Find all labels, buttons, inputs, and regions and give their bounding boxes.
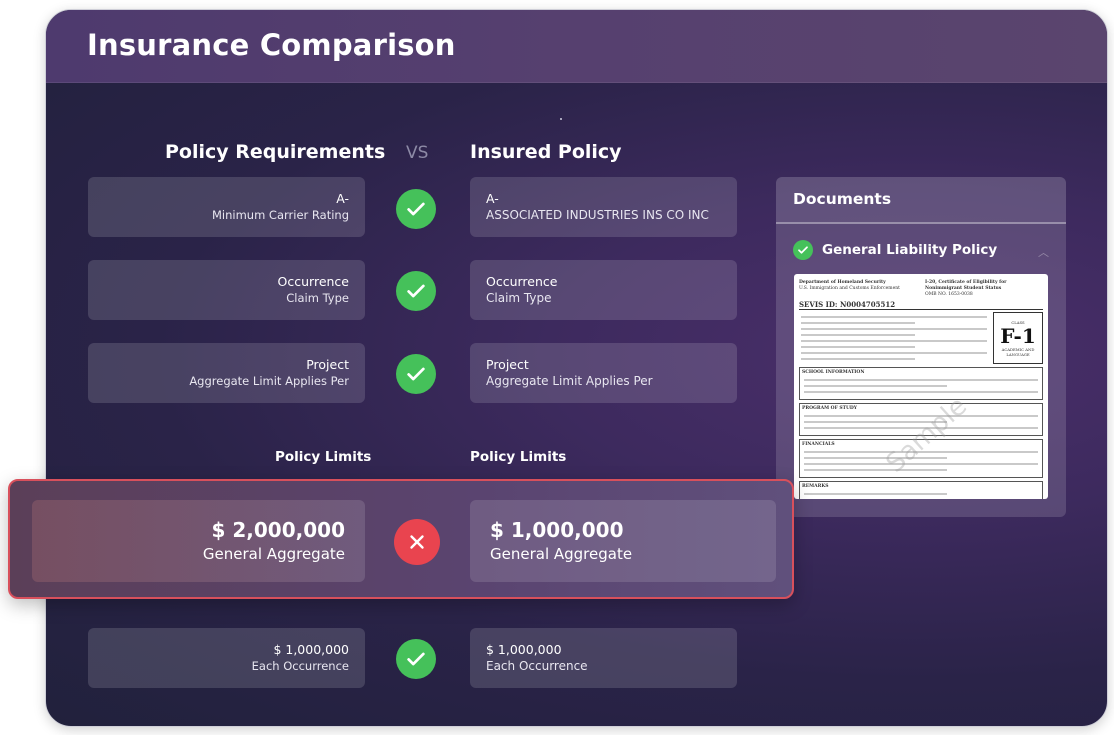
requirement-carrier-rating: A- Minimum Carrier Rating: [88, 177, 365, 237]
requirement-label: Minimum Carrier Rating: [211, 208, 349, 222]
preview-class-sub: ACADEMIC AND LANGUAGE: [1001, 346, 1035, 357]
preview-school-section: SCHOOL INFORMATION: [799, 367, 1043, 400]
requirement-value: Project: [306, 357, 349, 372]
general-aggregate-mismatch-row: $ 2,000,000 General Aggregate $ 1,000,00…: [8, 479, 794, 599]
requirement-value: $ 2,000,000: [211, 518, 346, 542]
documents-panel: Documents General Liability Policy ︿ Dep…: [776, 177, 1066, 517]
decorative-dot: [560, 118, 562, 120]
preview-header: Department of Homeland Security U.S. Imm…: [799, 280, 1043, 298]
requirement-value: A-: [336, 191, 349, 206]
insured-label: General Aggregate: [490, 545, 633, 563]
match-check-icon: [396, 189, 436, 229]
mismatch-close-icon: [394, 519, 440, 565]
requirement-label: Claim Type: [286, 291, 349, 305]
column-title-requirements: Policy Requirements: [165, 141, 386, 163]
requirement-aggregate-applies: Project Aggregate Limit Applies Per: [88, 343, 365, 403]
insured-value: Occurrence: [486, 274, 558, 289]
requirement-value: $ 1,000,000: [273, 642, 349, 657]
insured-value: $ 1,000,000: [490, 518, 624, 542]
policy-limits-heading-left: Policy Limits: [275, 449, 372, 465]
insured-each-occurrence: $ 1,000,000 Each Occurrence: [470, 628, 737, 688]
insured-label: Aggregate Limit Applies Per: [486, 374, 653, 388]
preview-section-title: PROGRAM OF STUDY: [802, 406, 857, 411]
policy-limits-heading-right: Policy Limits: [470, 449, 567, 465]
preview-agency-sub: U.S. Immigration and Customs Enforcement: [799, 286, 900, 291]
match-check-icon: [396, 271, 436, 311]
document-name: General Liability Policy: [822, 242, 998, 258]
page-title: Insurance Comparison: [87, 28, 456, 62]
requirement-claim-type: Occurrence Claim Type: [88, 260, 365, 320]
preview-class-box: CLASS F-1 ACADEMIC AND LANGUAGE: [993, 312, 1043, 364]
insured-label: ASSOCIATED INDUSTRIES INS CO INC: [486, 208, 709, 222]
preview-class-value: F-1: [1000, 323, 1036, 348]
match-check-icon: [396, 639, 436, 679]
requirement-each-occurrence: $ 1,000,000 Each Occurrence: [88, 628, 365, 688]
insured-value: Project: [486, 357, 529, 372]
preview-form-title: I-20, Certificate of Eligibility for Non…: [925, 280, 1007, 291]
column-title-insured: Insured Policy: [470, 141, 622, 163]
insured-aggregate-applies: Project Aggregate Limit Applies Per: [470, 343, 737, 403]
documents-title: Documents: [776, 177, 1066, 224]
requirement-label: General Aggregate: [202, 545, 345, 563]
preview-remarks-section: REMARKS: [799, 481, 1043, 499]
insured-carrier-rating: A- ASSOCIATED INDUSTRIES INS CO INC: [470, 177, 737, 237]
requirement-label: Each Occurrence: [251, 659, 349, 673]
requirement-label: Aggregate Limit Applies Per: [189, 374, 349, 388]
insured-value: A-: [486, 191, 499, 206]
preview-student-grid: CLASS F-1 ACADEMIC AND LANGUAGE: [799, 312, 1043, 364]
document-item-general-liability[interactable]: General Liability Policy: [793, 240, 997, 260]
card-header: Insurance Comparison: [46, 10, 1107, 83]
insured-label: Claim Type: [486, 291, 552, 305]
preview-omb: OMB NO. 1653-0038: [925, 292, 973, 297]
requirement-general-aggregate: $ 2,000,000 General Aggregate: [32, 500, 365, 582]
insurance-comparison-card: Insurance Comparison Policy Requirements…: [45, 9, 1108, 727]
preview-sevis-id: SEVIS ID: N0004705512: [799, 300, 1043, 310]
insured-label: Each Occurrence: [486, 659, 588, 673]
vs-label: VS: [406, 143, 429, 163]
insured-value: $ 1,000,000: [486, 642, 562, 657]
chevron-up-icon[interactable]: ︿: [1038, 244, 1049, 260]
requirement-value: Occurrence: [277, 274, 349, 289]
match-check-icon: [396, 354, 436, 394]
insured-general-aggregate: $ 1,000,000 General Aggregate: [470, 500, 776, 582]
document-preview-thumbnail[interactable]: Department of Homeland Security U.S. Imm…: [794, 274, 1048, 499]
verified-check-icon: [793, 240, 813, 260]
insured-claim-type: Occurrence Claim Type: [470, 260, 737, 320]
preview-section-title: SCHOOL INFORMATION: [802, 370, 865, 375]
preview-section-title: REMARKS: [802, 484, 829, 489]
